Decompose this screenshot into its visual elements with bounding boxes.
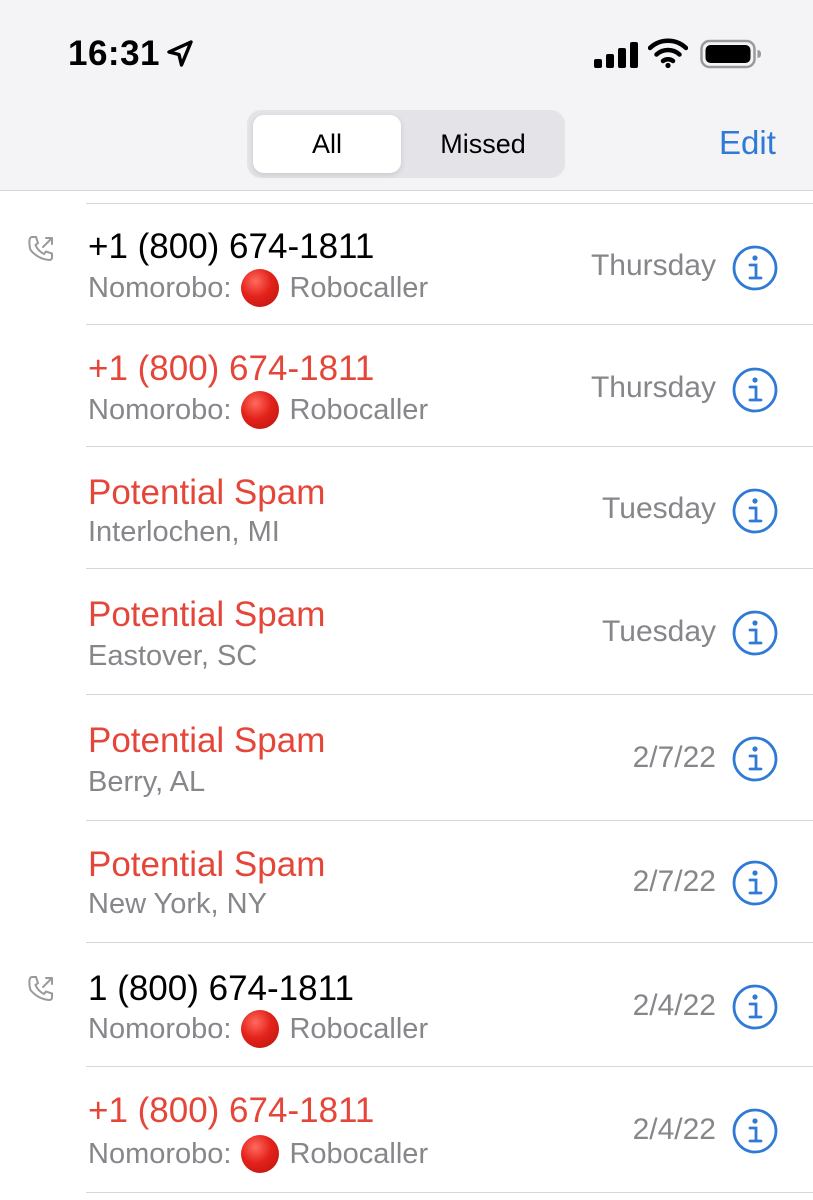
outgoing-call-icon: [28, 236, 53, 262]
call-row[interactable]: +1 (800) 674-1811 Nomorobo: Robocaller T…: [0, 325, 813, 447]
info-icon[interactable]: [731, 983, 779, 1031]
call-date: Tuesday: [602, 615, 716, 648]
info-icon[interactable]: [731, 487, 779, 535]
location-arrow-icon: [167, 40, 193, 67]
caller-detail: Interlochen, MI: [88, 515, 280, 549]
info-icon[interactable]: [731, 244, 779, 292]
caller-name: Potential Spam: [88, 595, 326, 634]
outgoing-call-icon: [28, 976, 53, 1002]
info-icon[interactable]: [731, 366, 779, 414]
call-filter-segmented-control: All Missed: [247, 110, 565, 178]
caller-name: Potential Spam: [88, 721, 326, 760]
cellular-signal-icon: [594, 42, 638, 68]
info-icon[interactable]: [731, 609, 779, 657]
edit-button[interactable]: Edit: [719, 124, 776, 162]
caller-detail-prefix: Nomorobo:: [88, 394, 232, 426]
caller-detail-prefix: Nomorobo:: [88, 1013, 232, 1045]
info-icon[interactable]: [731, 735, 779, 783]
call-row[interactable]: +1 (800) 674-1811 Nomorobo: Robocaller T…: [0, 203, 813, 325]
call-date: Tuesday: [602, 492, 716, 525]
info-icon[interactable]: [731, 859, 779, 907]
status-time: 16:31: [68, 34, 161, 73]
caller-detail: Nomorobo: Robocaller: [88, 391, 428, 429]
call-row[interactable]: Potential Spam Interlochen, MI Tuesday: [0, 447, 813, 569]
call-date: Thursday: [590, 371, 716, 404]
segment-all[interactable]: All: [253, 115, 401, 173]
caller-detail-prefix: Nomorobo:: [88, 1138, 232, 1170]
call-row[interactable]: +1 (800) 674-1811 Nomorobo: Robocaller 2…: [0, 1067, 813, 1193]
call-date: 2/7/22: [632, 741, 716, 774]
red-circle-icon: [241, 1010, 280, 1048]
battery-icon: [700, 39, 761, 69]
caller-detail-suffix: Robocaller: [289, 272, 429, 304]
call-row[interactable]: Potential Spam Berry, AL 2/7/22: [0, 695, 813, 821]
caller-detail: Eastover, SC: [88, 639, 257, 673]
navigation-header: 16:31 All Missed Edit: [0, 0, 813, 191]
caller-name: Potential Spam: [88, 845, 326, 884]
caller-detail: Berry, AL: [88, 765, 205, 799]
caller-detail: New York, NY: [88, 887, 267, 921]
caller-name: 1 (800) 674-1811: [88, 969, 354, 1008]
call-date: 2/4/22: [632, 989, 716, 1022]
call-row[interactable]: Potential Spam New York, NY 2/7/22: [0, 821, 813, 943]
call-row[interactable]: Potential Spam Eastover, SC Tuesday: [0, 569, 813, 695]
call-date: 2/7/22: [632, 865, 716, 898]
caller-location: New York, NY: [88, 888, 267, 920]
caller-detail-suffix: Robocaller: [289, 1138, 429, 1170]
caller-location: Interlochen, MI: [88, 516, 280, 548]
caller-detail-suffix: Robocaller: [289, 1013, 429, 1045]
recents-call-list: +1 (800) 674-1811 Nomorobo: Robocaller T…: [0, 203, 813, 1193]
caller-name: +1 (800) 674-1811: [88, 349, 375, 388]
caller-location: Eastover, SC: [88, 640, 258, 672]
red-circle-icon: [241, 391, 280, 429]
caller-name: Potential Spam: [88, 473, 326, 512]
call-date: 2/4/22: [632, 1113, 716, 1146]
call-row[interactable]: 1 (800) 674-1811 Nomorobo: Robocaller 2/…: [0, 943, 813, 1067]
caller-detail: Nomorobo: Robocaller: [88, 1135, 428, 1173]
wifi-icon: [648, 38, 688, 68]
caller-name: +1 (800) 674-1811: [88, 227, 375, 266]
caller-name: +1 (800) 674-1811: [88, 1091, 375, 1130]
caller-detail: Nomorobo: Robocaller: [88, 1010, 428, 1048]
segment-missed[interactable]: Missed: [407, 115, 559, 173]
caller-detail-prefix: Nomorobo:: [88, 272, 232, 304]
caller-location: Berry, AL: [88, 766, 206, 798]
red-circle-icon: [241, 269, 280, 307]
info-icon[interactable]: [731, 1107, 779, 1155]
red-circle-icon: [241, 1135, 280, 1173]
call-date: Thursday: [590, 249, 716, 282]
caller-detail-suffix: Robocaller: [289, 394, 429, 426]
caller-detail: Nomorobo: Robocaller: [88, 269, 428, 307]
